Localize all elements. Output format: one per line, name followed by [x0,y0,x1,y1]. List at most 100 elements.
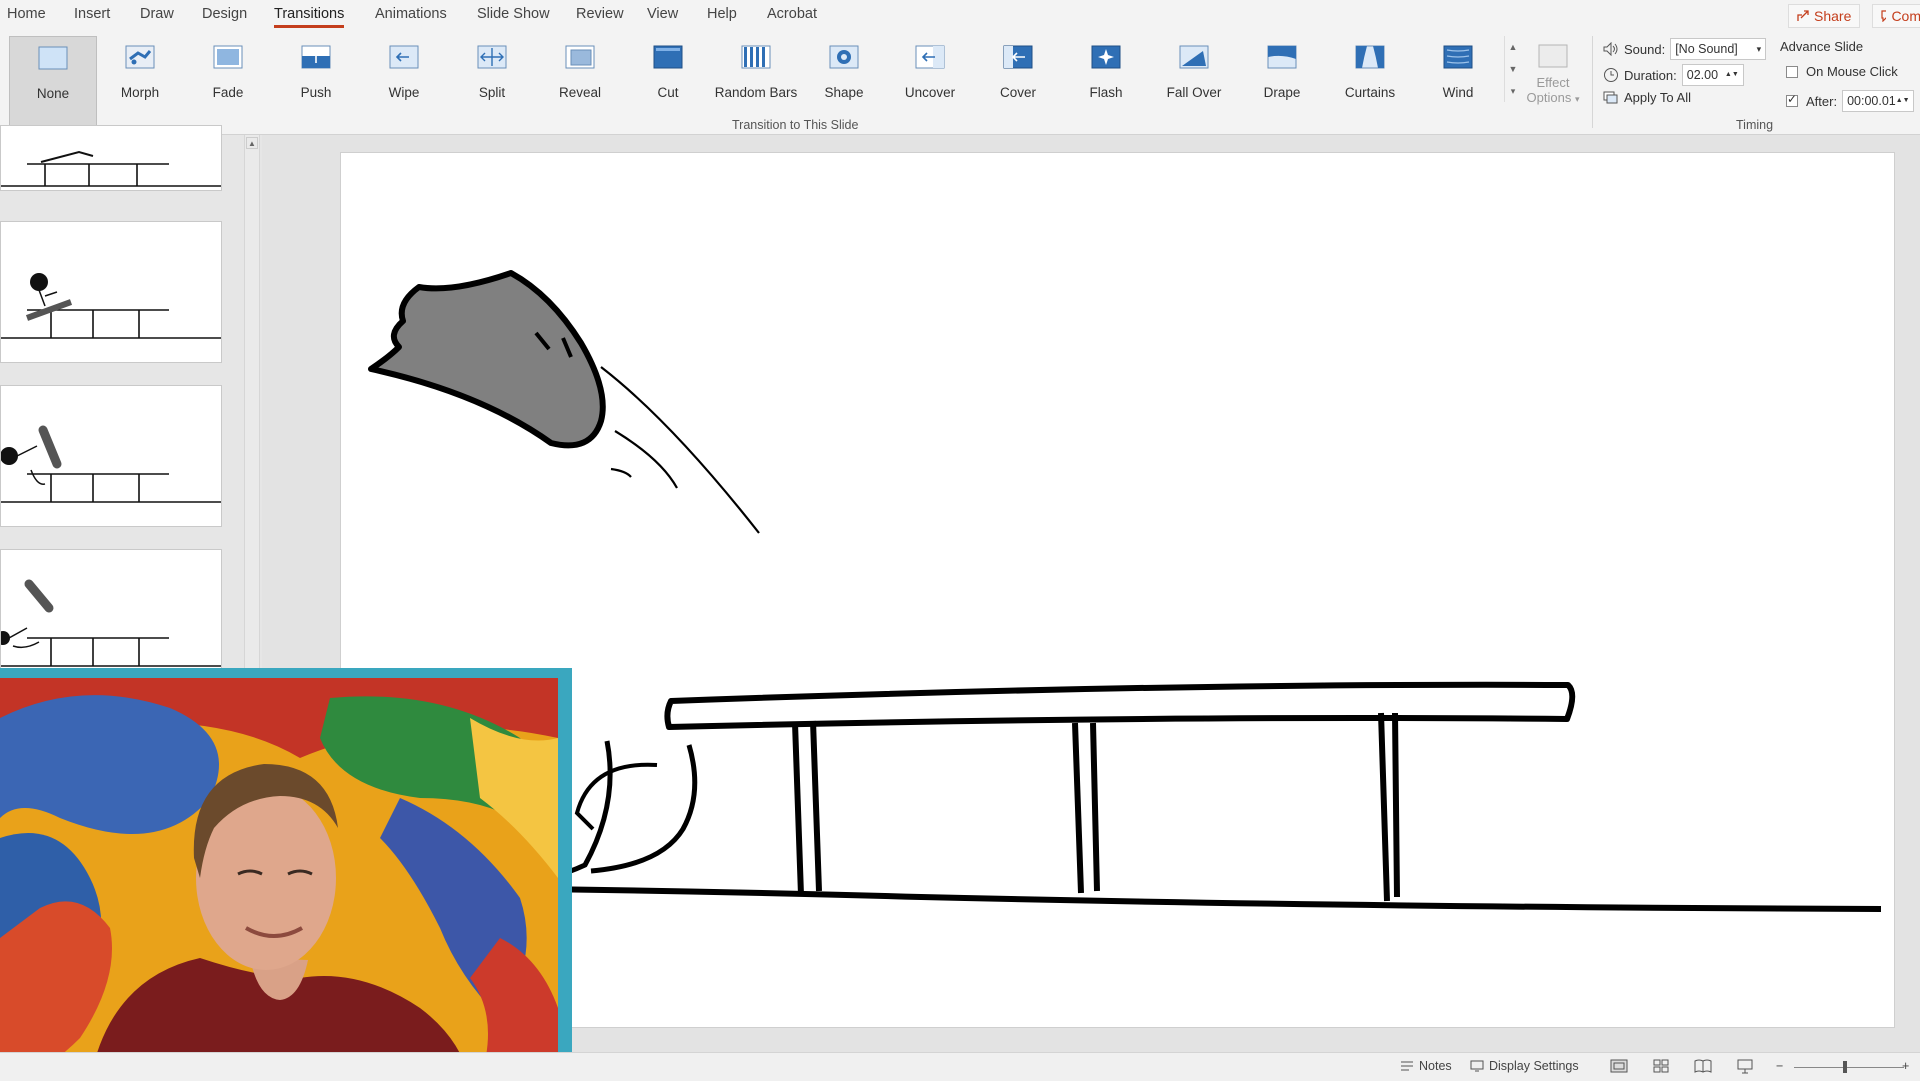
transition-none[interactable]: None [9,36,97,126]
duration-row: Duration: 02.00 ▲▼ [1603,64,1744,86]
sound-row: Sound: [No Sound] ▾ [1603,38,1767,60]
tab-transitions[interactable]: Transitions [274,6,345,28]
transition-shape[interactable]: Shape [802,36,886,126]
transition-fade[interactable]: Fade [186,36,270,126]
effect-options-line-2: Options ▾ [1520,90,1586,105]
person-hand [574,762,658,831]
slide-sorter-icon[interactable] [1652,1058,1670,1074]
after-spinner[interactable]: 00:00.01 ▲▼ [1842,90,1915,112]
transition-random-bars[interactable]: Random Bars [714,36,798,126]
thumbnail-drawing [1,273,221,339]
cover-icon [1003,45,1033,69]
transition-label: Wind [1442,85,1474,100]
wind-icon [1443,45,1473,69]
drape-icon [1267,45,1297,69]
transition-curtains[interactable]: Curtains [1328,36,1412,126]
transition-wipe[interactable]: Wipe [362,36,446,126]
transition-group-label: Transition to This Slide [732,118,859,132]
duration-spinner[interactable]: 02.00 ▲▼ [1681,64,1744,86]
gallery-scroll-down-icon[interactable]: ▼ [1505,58,1521,80]
tab-home[interactable]: Home [7,6,46,22]
transition-uncover[interactable]: Uncover [888,36,972,126]
transition-label: Reveal [558,85,602,100]
transition-wind[interactable]: Wind [1416,36,1500,126]
tab-view[interactable]: View [647,6,678,22]
on-mouse-click-checkbox[interactable] [1786,65,1798,78]
thumbnail-drawing [1,425,221,503]
comments-button[interactable]: Com [1872,4,1920,28]
ground-line [340,884,1882,912]
gallery-scroll-up-icon[interactable]: ▲ [1505,36,1521,58]
sound-dropdown[interactable]: [No Sound] ▾ [1670,38,1767,60]
transition-split[interactable]: Split [450,36,534,126]
monitor-icon [1470,1060,1484,1072]
zoom-slider[interactable] [1794,1067,1904,1068]
webcam-overlay [0,668,572,1080]
comments-label: Com [1891,8,1920,24]
after-value: 00:00.01 [1847,94,1896,108]
transition-cut[interactable]: Cut [626,36,710,126]
duration-label: Duration: [1624,67,1677,83]
transition-label: Cut [657,85,679,100]
transition-push[interactable]: Push [274,36,358,126]
random-bars-icon [741,45,771,69]
tab-help[interactable]: Help [707,6,737,22]
display-settings-button[interactable]: Display Settings [1470,1059,1579,1073]
shape-icon [829,45,859,69]
zoom-out-button[interactable]: − [1776,1059,1783,1073]
status-bar: Notes Display Settings − + [0,1052,1920,1081]
transition-label: Cover [999,85,1036,100]
flash-icon [1091,45,1121,69]
slide-thumbnail[interactable] [0,385,222,527]
share-icon [1797,10,1809,21]
on-mouse-click-label: On Mouse Click [1806,64,1898,79]
none-icon [38,46,68,70]
zoom-slider-thumb[interactable] [1843,1061,1847,1073]
apply-to-all-button[interactable]: Apply To All [1603,90,1691,105]
push-icon [301,45,331,69]
transition-morph[interactable]: Morph [98,36,182,126]
gallery-more-icon[interactable]: ▾ [1505,80,1521,102]
webcam-video [0,678,558,1080]
transition-label: Curtains [1344,85,1396,100]
tab-acrobat[interactable]: Acrobat [767,6,817,22]
notes-button[interactable]: Notes [1400,1059,1452,1073]
transition-flash[interactable]: Flash [1064,36,1148,126]
slide-show-icon[interactable] [1736,1058,1754,1074]
display-settings-label: Display Settings [1489,1059,1579,1073]
tab-draw[interactable]: Draw [140,6,174,22]
transition-fall-over[interactable]: Fall Over [1152,36,1236,126]
transition-drape[interactable]: Drape [1240,36,1324,126]
tab-slide-show[interactable]: Slide Show [477,6,550,22]
after-checkbox[interactable] [1786,92,1798,107]
share-button[interactable]: Share [1788,4,1861,28]
scroll-up-icon[interactable]: ▲ [246,137,258,149]
reading-view-icon[interactable] [1694,1058,1712,1074]
slide-thumbnail[interactable] [0,221,222,363]
transition-label: Push [300,85,332,100]
chevron-down-icon: ▾ [1574,94,1580,104]
cut-icon [653,45,683,69]
chevron-down-icon: ▾ [1756,43,1762,54]
effect-options-label-1: Effect [1536,75,1570,90]
slide-canvas[interactable] [340,152,1895,1028]
slide-drawing [340,270,1882,912]
tab-design[interactable]: Design [202,6,247,22]
fade-icon [213,45,243,69]
tab-insert[interactable]: Insert [74,6,110,22]
webcam-scene [0,678,558,1080]
transition-label: Random Bars [714,85,798,100]
transition-label: Split [478,85,506,100]
uncover-icon [915,45,945,69]
slide-thumbnail[interactable] [0,125,222,191]
tab-animations[interactable]: Animations [375,6,447,22]
zoom-in-button[interactable]: + [1902,1059,1909,1073]
ribbon-separator [1592,36,1593,128]
transition-reveal[interactable]: Reveal [538,36,622,126]
normal-view-icon[interactable] [1610,1058,1628,1074]
effect-options-button[interactable]: Effect Options ▾ [1520,36,1586,126]
spinner-arrows-icon[interactable]: ▲▼ [1725,71,1739,79]
tab-review[interactable]: Review [576,6,624,22]
spinner-arrows-icon[interactable]: ▲▼ [1896,97,1910,105]
transition-cover[interactable]: Cover [976,36,1060,126]
